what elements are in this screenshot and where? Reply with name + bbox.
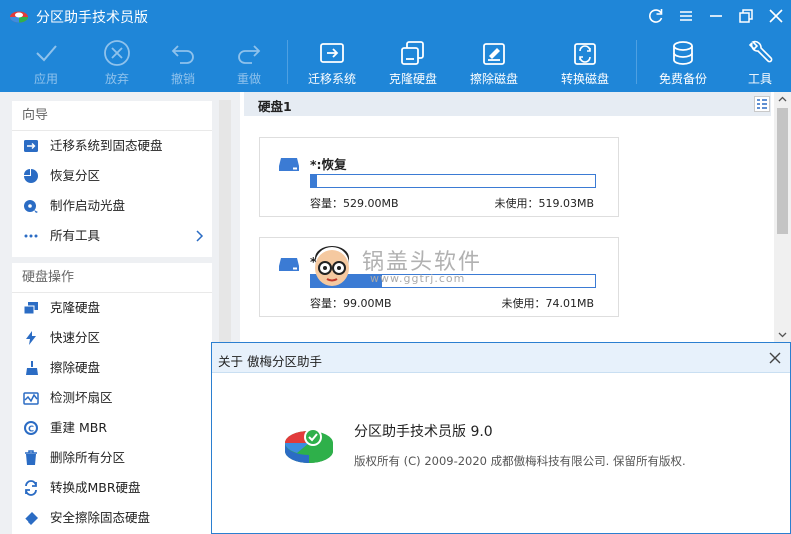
disk-label: 硬盘1 bbox=[258, 99, 292, 114]
disk-operations-title: 硬盘操作 bbox=[12, 263, 212, 293]
partition-name: *:恢复 bbox=[310, 157, 347, 172]
product-name: 分区助手技术员版 9.0 bbox=[354, 424, 493, 440]
wizard-item-migrate-ssd[interactable]: 迁移系统到固态硬盘 bbox=[12, 131, 212, 161]
migrate-os-icon bbox=[320, 43, 344, 63]
backup-icon bbox=[673, 41, 693, 65]
partition-free-space: 未使用：74.01MB bbox=[501, 297, 594, 310]
right-scrollbar[interactable] bbox=[774, 92, 791, 342]
migrate-os-button[interactable]: 迁移系统 bbox=[297, 36, 367, 90]
hamburger-menu-icon bbox=[680, 11, 692, 21]
toolbar-separator bbox=[636, 40, 637, 84]
partition-drive-icon bbox=[279, 158, 299, 171]
left-sidebar: 向导 迁移系统到固态硬盘 恢复分区 制作启动光盘 所有工具 硬盘操作 克隆硬盘 … bbox=[0, 92, 240, 534]
disk-op-secure-erase-ssd[interactable]: 安全擦除固态硬盘 bbox=[12, 503, 212, 533]
minimize-button[interactable] bbox=[706, 6, 726, 26]
partition-drive-icon bbox=[279, 258, 299, 271]
watermark-url: www.ggtrj.com bbox=[370, 272, 466, 285]
chevron-right-icon bbox=[196, 230, 204, 242]
close-icon[interactable] bbox=[768, 351, 782, 365]
close-button[interactable] bbox=[766, 6, 786, 26]
disk-operations-card: 硬盘操作 克隆硬盘 快速分区 擦除硬盘 检测坏扇区 C 重建 MBR 删除所有分… bbox=[12, 263, 212, 534]
undo-button[interactable]: 撤销 bbox=[148, 36, 218, 90]
refresh-button[interactable] bbox=[646, 6, 666, 26]
maximize-button[interactable] bbox=[736, 6, 756, 26]
disk-op-delete-all-partitions[interactable]: 删除所有分区 bbox=[12, 443, 212, 473]
rebuild-mbr-icon: C bbox=[24, 421, 38, 435]
wizard-item-all-tools[interactable]: 所有工具 bbox=[12, 221, 212, 251]
wizard-title: 向导 bbox=[12, 101, 212, 131]
clone-disk-icon bbox=[23, 302, 38, 315]
toolbar-separator bbox=[287, 40, 288, 84]
view-toggle-icon[interactable] bbox=[754, 96, 770, 112]
partition-free-space: 未使用：519.03MB bbox=[494, 197, 594, 210]
dialog-title: 关于 傲梅分区助手 bbox=[218, 354, 322, 369]
trash-icon bbox=[25, 450, 37, 465]
partition-usage-bar bbox=[310, 174, 596, 188]
disk-op-rebuild-mbr[interactable]: C 重建 MBR bbox=[12, 413, 212, 443]
title-bar: 分区助手技术员版 bbox=[0, 0, 791, 32]
disk-header: 硬盘1 bbox=[244, 92, 771, 116]
redo-button[interactable]: 重做 bbox=[214, 36, 284, 90]
wizard-item-restore-partition[interactable]: 恢复分区 bbox=[12, 161, 212, 191]
disk-op-convert-to-mbr[interactable]: 转换成MBR硬盘 bbox=[12, 473, 212, 503]
menu-button[interactable] bbox=[676, 6, 696, 26]
disk-map-panel: 硬盘1 *:恢复 容量：529.00MB 未使用：519.03MB *: 容量：… bbox=[240, 92, 791, 342]
apply-button[interactable]: 应用 bbox=[11, 36, 81, 90]
convert-disk-button[interactable]: 转换磁盘 bbox=[550, 36, 620, 90]
watermark-mascot-icon bbox=[315, 246, 349, 286]
clone-disk-icon bbox=[401, 41, 424, 65]
product-logo-icon bbox=[285, 428, 333, 463]
app-logo-icon bbox=[10, 11, 28, 23]
wipe-disk-icon bbox=[483, 43, 505, 65]
partition-usage-fill bbox=[311, 175, 317, 187]
check-icon bbox=[36, 45, 57, 62]
scroll-down-icon[interactable] bbox=[778, 330, 787, 339]
wizard-item-bootable-media[interactable]: 制作启动光盘 bbox=[12, 191, 212, 221]
partition-capacity: 容量：99.00MB bbox=[310, 297, 392, 310]
convert-icon bbox=[25, 480, 37, 496]
bad-sector-icon bbox=[23, 392, 39, 405]
dialog-title-bar: 关于 傲梅分区助手 bbox=[212, 343, 790, 373]
refresh-icon bbox=[649, 9, 663, 23]
cancel-icon bbox=[104, 40, 130, 66]
broom-icon bbox=[26, 361, 38, 375]
disk-op-quick-partition[interactable]: 快速分区 bbox=[12, 323, 212, 353]
restore-partition-icon bbox=[24, 169, 38, 183]
minimize-icon bbox=[710, 15, 722, 17]
wipe-disk-button[interactable]: 擦除磁盘 bbox=[459, 36, 529, 90]
disk-op-wipe-disk[interactable]: 擦除硬盘 bbox=[12, 353, 212, 383]
disk-op-clone-disk[interactable]: 克隆硬盘 bbox=[12, 293, 212, 323]
migrate-ssd-icon bbox=[24, 140, 38, 152]
restore-window-icon bbox=[739, 9, 753, 23]
convert-disk-icon bbox=[574, 43, 596, 65]
more-icon bbox=[24, 234, 38, 238]
discard-button[interactable]: 放弃 bbox=[82, 36, 152, 90]
free-backup-button[interactable]: 免费备份 bbox=[648, 36, 718, 90]
copyright-text: 版权所有 (C) 2009-2020 成都傲梅科技有限公司. 保留所有版权. bbox=[354, 454, 686, 468]
wizard-card: 向导 迁移系统到固态硬盘 恢复分区 制作启动光盘 所有工具 bbox=[12, 101, 212, 257]
watermark: 锅盖头软件 www.ggtrj.com bbox=[308, 244, 508, 290]
partition-capacity: 容量：529.00MB bbox=[310, 197, 399, 210]
scroll-up-icon[interactable] bbox=[778, 95, 787, 104]
clone-disk-button[interactable]: 克隆硬盘 bbox=[378, 36, 448, 90]
toolbar: 应用 放弃 撤销 重做 迁移系统 克隆硬盘 擦除磁盘 转换磁盘 免费备份 工具 bbox=[0, 32, 791, 92]
scrollbar-thumb[interactable] bbox=[777, 108, 788, 234]
svg-text:C: C bbox=[28, 425, 34, 434]
tools-button[interactable]: 工具 bbox=[725, 36, 791, 90]
window-title: 分区助手技术员版 bbox=[36, 10, 148, 26]
partition-card[interactable]: *:恢复 容量：529.00MB 未使用：519.03MB bbox=[259, 137, 619, 217]
undo-icon bbox=[171, 45, 194, 64]
eraser-icon bbox=[24, 512, 38, 525]
disk-op-bad-sector[interactable]: 检测坏扇区 bbox=[12, 383, 212, 413]
redo-icon bbox=[238, 45, 261, 64]
about-dialog: 关于 傲梅分区助手 分区助手技术员版 9.0 版权所有 (C) 2009-202… bbox=[211, 342, 791, 534]
lightning-icon bbox=[26, 331, 36, 345]
tools-icon bbox=[748, 40, 773, 63]
bootable-media-icon bbox=[24, 200, 38, 213]
close-icon bbox=[769, 9, 783, 23]
